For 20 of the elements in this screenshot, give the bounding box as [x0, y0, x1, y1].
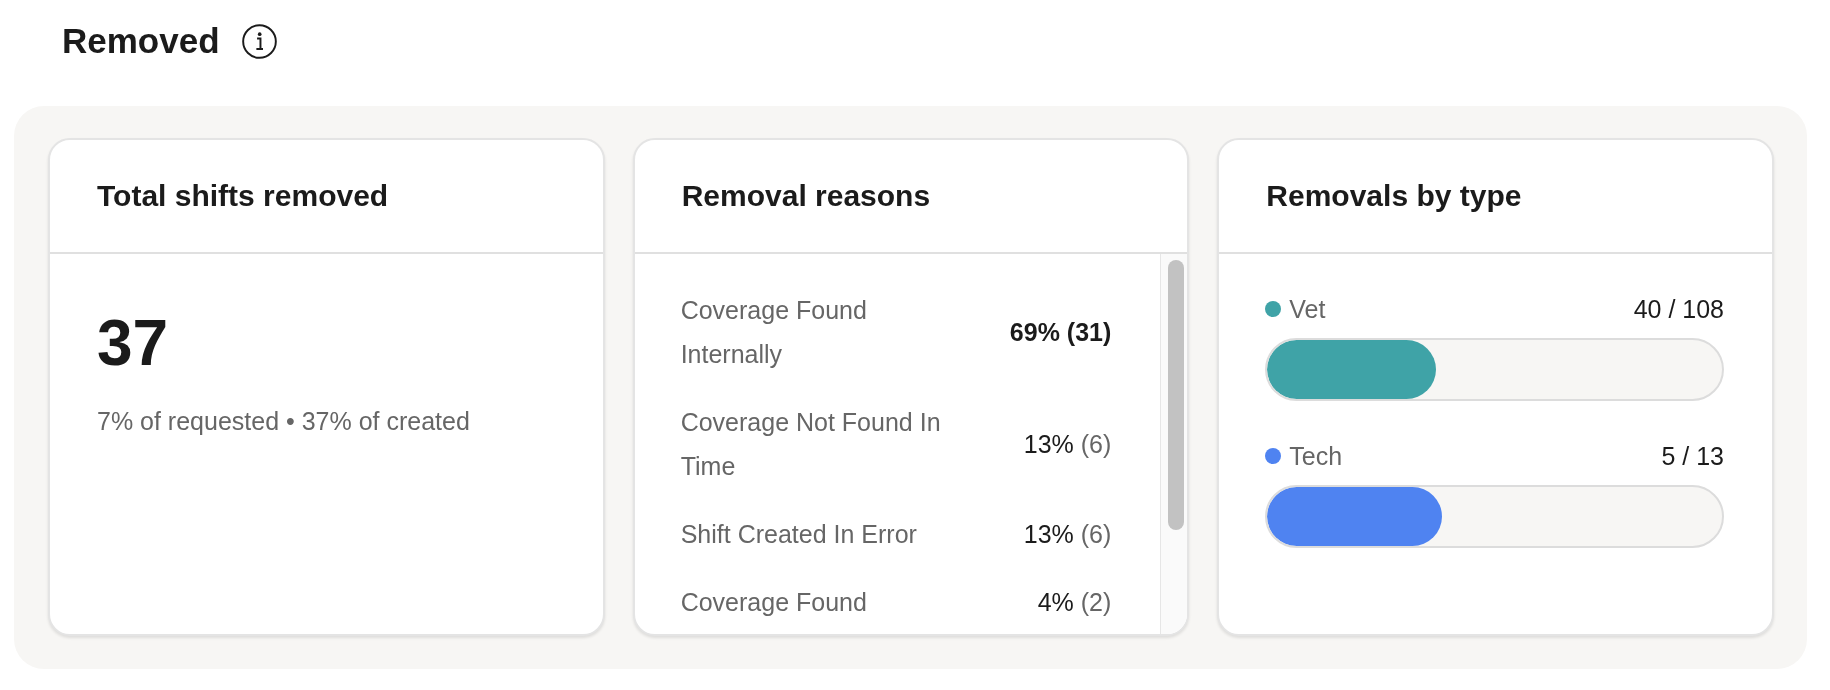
stat-caption: 7% of requested • 37% of created	[97, 406, 470, 436]
type-count: 40 / 108	[1633, 294, 1724, 324]
reason-label: Coverage Not Found In Time	[680, 407, 942, 482]
stat-value: 37	[97, 311, 169, 375]
card-title: Removal reasons	[681, 178, 931, 214]
scrollbar-thumb[interactable]	[1168, 260, 1185, 530]
reason-label: Coverage Found	[680, 587, 868, 618]
info-icon[interactable]	[241, 23, 277, 59]
reason-value: 13% (6)	[1023, 519, 1112, 550]
type-label: Tech	[1289, 441, 1343, 471]
reason-value: 69% (31)	[1009, 317, 1112, 348]
type-count: 5 / 13	[1661, 441, 1724, 471]
reason-label: Coverage Found Internally	[680, 295, 868, 370]
reason-value: 4% (2)	[1037, 587, 1112, 618]
card-title: Removals by type	[1266, 178, 1522, 214]
reason-value: 13% (6)	[1023, 429, 1112, 460]
section-title: Removed	[62, 20, 220, 62]
card-title: Total shifts removed	[97, 178, 389, 214]
type-label: Vet	[1289, 294, 1326, 324]
reason-label: Shift Created In Error	[680, 519, 918, 550]
